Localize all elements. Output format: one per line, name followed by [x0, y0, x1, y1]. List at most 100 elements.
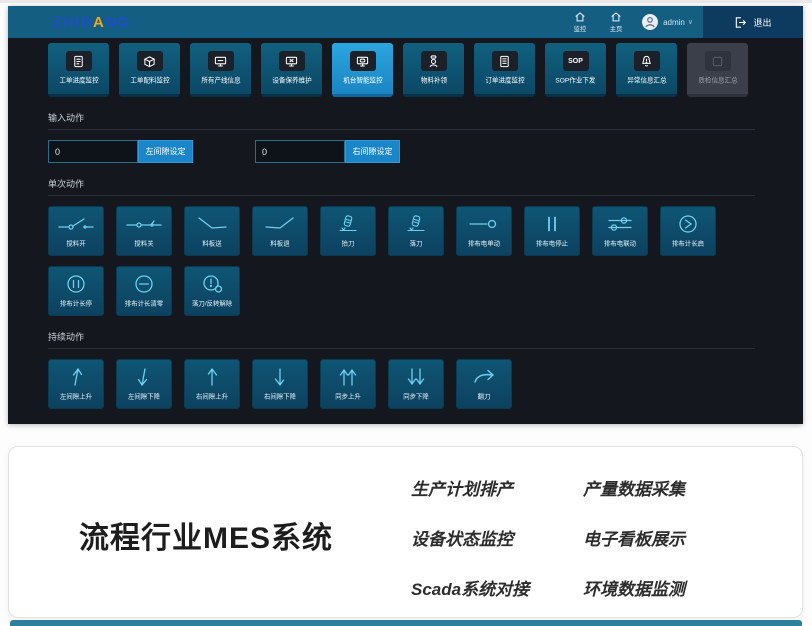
zhibang-logo: ZHIBANG [52, 14, 131, 31]
curved-arrow-right-icon [464, 366, 504, 388]
action-label: 搅料开 [66, 239, 85, 248]
action-label: 料板送 [202, 239, 221, 248]
header-right: 监控 主页 admin ∨ 退出 [562, 6, 803, 38]
tile-order-progress[interactable]: 订单进度监控 [474, 43, 535, 97]
sop-icon-text: SOP [568, 58, 583, 65]
double-arrow-down-icon [396, 366, 436, 388]
action-sync-down[interactable]: 同步下降 [388, 359, 444, 409]
mixer-on-icon [56, 213, 96, 235]
home-icon [610, 11, 622, 23]
arrow-up-icon [192, 366, 232, 388]
action-label: 排布计长启 [672, 239, 704, 248]
action-label: 落刀 [410, 239, 423, 248]
action-right-gap-down[interactable]: 右间隙下降 [252, 359, 308, 409]
user-avatar[interactable] [642, 14, 658, 30]
logo-part: ZHIB [52, 14, 93, 31]
nav-home-label: 主页 [610, 24, 623, 33]
tile-label: SOP作业下发 [555, 76, 595, 85]
tile-sop-dispatch[interactable]: SOP SOP作业下发 [545, 43, 606, 97]
double-arrow-up-icon [328, 366, 368, 388]
length-counter-clear-icon [124, 273, 164, 295]
tile-label: 机台智能监控 [343, 76, 382, 85]
action-knife-down[interactable]: 落刀 [388, 206, 444, 256]
action-sync-up[interactable]: 同步上升 [320, 359, 376, 409]
mixer-off-icon [124, 213, 164, 235]
left-gap-input[interactable] [48, 140, 138, 163]
feature-item: 环境数据监测 [583, 575, 755, 600]
action-label: 同步下降 [403, 392, 429, 401]
single-section-title: 单次动作 [48, 177, 755, 190]
logout-label: 退出 [753, 16, 771, 29]
input-section-title: 输入动作 [48, 111, 755, 124]
tile-material-replenish[interactable]: 物料补领 [403, 43, 464, 97]
action-mixer-on[interactable]: 搅料开 [48, 206, 104, 256]
tile-equipment-maintenance[interactable]: 设备保养维护 [261, 43, 322, 97]
action-label: 翻刀 [478, 392, 491, 401]
promo-card: 流程行业MES系统 生产计划排产 产量数据采集 设备状态监控 电子看板展示 Sc… [8, 446, 803, 618]
feature-item: 产量数据采集 [583, 475, 755, 500]
board-forward-icon [192, 213, 232, 235]
feature-list: 生产计划排产 产量数据采集 设备状态监控 电子看板展示 Scada系统对接 环境… [411, 475, 755, 600]
knife-up-icon [328, 213, 368, 235]
action-flip-knife[interactable]: 翻刀 [456, 359, 512, 409]
material-replenish-icon [421, 51, 447, 71]
action-left-gap-down[interactable]: 左间隙下降 [116, 359, 172, 409]
production-lines-icon [208, 51, 234, 71]
action-right-gap-up[interactable]: 右间隙上升 [184, 359, 240, 409]
action-spread-motor-jog[interactable]: 排布电单动 [456, 206, 512, 256]
action-label: 左间隙下降 [128, 392, 160, 401]
action-label: 右间隙下降 [264, 392, 296, 401]
arrow-up-icon [56, 366, 96, 388]
action-label: 右间隙上升 [196, 392, 228, 401]
action-spread-motor-linked[interactable]: 排布电联动 [592, 206, 648, 256]
action-left-gap-up[interactable]: 左间隙上升 [48, 359, 104, 409]
app-header: ZHIBANG 监控 主页 admin ∨ 退出 [8, 6, 803, 38]
tile-quality-summary[interactable]: 质检信息汇总 [687, 43, 748, 97]
username[interactable]: admin [663, 18, 685, 27]
tile-production-lines[interactable]: 所有产线信息 [190, 43, 251, 97]
action-board-back[interactable]: 料板退 [252, 206, 308, 256]
action-board-forward[interactable]: 料板送 [184, 206, 240, 256]
action-length-counter-start[interactable]: 排布计长启 [660, 206, 716, 256]
logo-accent: A [93, 14, 105, 31]
tile-work-order-progress[interactable]: 工单进度监控 [48, 43, 109, 97]
arrow-down-icon [124, 366, 164, 388]
tile-label: 所有产线信息 [201, 76, 240, 85]
action-mixer-off[interactable]: 搅料关 [116, 206, 172, 256]
right-gap-set-button[interactable]: 右间隙设定 [345, 140, 400, 163]
logout-icon [734, 16, 747, 29]
continuous-section-title: 持续动作 [48, 330, 755, 343]
nav-monitor[interactable]: 监控 [562, 11, 598, 34]
action-label: 同步上升 [335, 392, 361, 401]
nav-monitor-label: 监控 [574, 24, 587, 33]
board-back-icon [260, 213, 300, 235]
sop-dispatch-icon: SOP [563, 51, 589, 71]
tile-label: 物料补领 [420, 76, 446, 85]
tile-label: 工单进度监控 [59, 76, 98, 85]
input-actions-row: 左间隙设定 右间隙设定 [48, 140, 763, 163]
nav-home[interactable]: 主页 [598, 11, 634, 34]
tile-abnormal-summary[interactable]: 异常信息汇总 [616, 43, 677, 97]
tile-work-order-batching[interactable]: 工单配料监控 [119, 43, 180, 97]
chevron-down-icon[interactable]: ∨ [688, 18, 693, 26]
action-length-counter-pause[interactable]: 排布计长停 [48, 266, 104, 316]
right-gap-input[interactable] [255, 140, 345, 163]
order-progress-icon [492, 51, 518, 71]
action-knife-up[interactable]: 抬刀 [320, 206, 376, 256]
action-label: 排布电停止 [536, 239, 568, 248]
action-spread-motor-stop[interactable]: 排布电停止 [524, 206, 580, 256]
spread-motor-jog-icon [464, 213, 504, 235]
tile-machine-smart-monitor[interactable]: 机台智能监控 [332, 43, 393, 97]
tile-label: 质检信息汇总 [698, 76, 737, 85]
next-card-top-bar [10, 620, 802, 626]
machine-smart-monitor-icon [350, 51, 376, 71]
module-tiles-row: 工单进度监控 工单配料监控 所有产线信息 设备保养维护 机台智能监控 物料补领 … [48, 43, 803, 97]
logout-button[interactable]: 退出 [703, 6, 803, 38]
tile-label: 工单配料监控 [130, 76, 169, 85]
action-knife-reverse-release[interactable]: 落刀/反转解除 [184, 266, 240, 316]
action-length-counter-clear[interactable]: 排布计长清零 [116, 266, 172, 316]
knife-reverse-release-icon [192, 273, 232, 295]
single-actions-row-1: 搅料开 搅料关 料板送 料板退 抬刀 落刀 排布电单动 排布电停止 [48, 206, 763, 256]
left-gap-set-button[interactable]: 左间隙设定 [138, 140, 193, 163]
feature-item: 设备状态监控 [411, 525, 583, 550]
